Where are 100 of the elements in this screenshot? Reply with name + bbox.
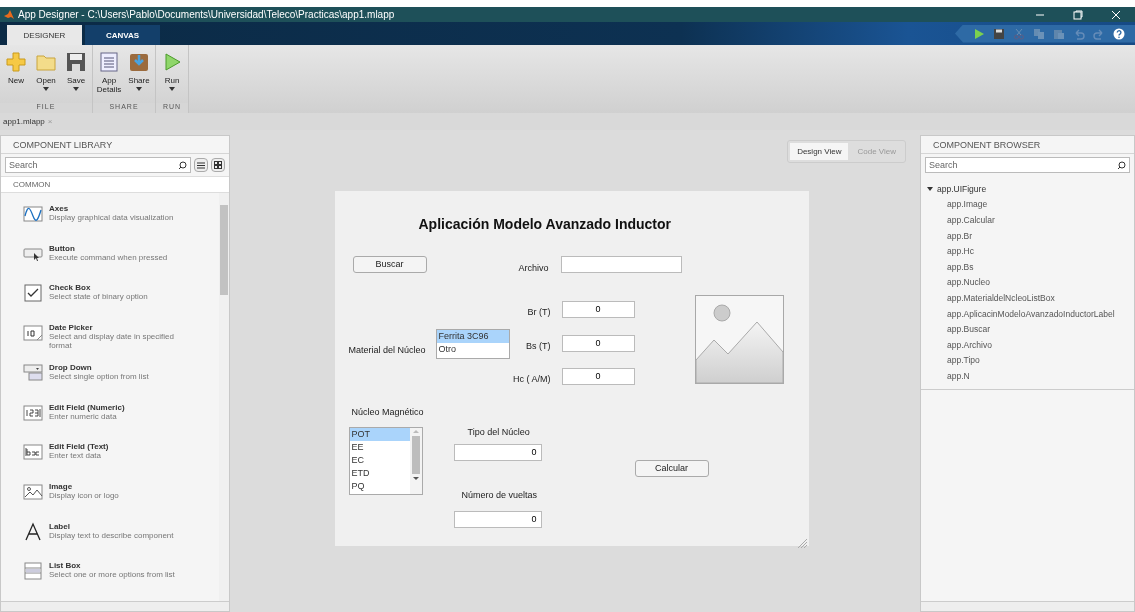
scrollbar[interactable] bbox=[409, 428, 422, 494]
tipo-field[interactable]: 0 bbox=[453, 443, 542, 461]
horizontal-scrollbar[interactable] bbox=[921, 601, 1134, 611]
letter-shape-icon bbox=[23, 521, 43, 542]
list-option[interactable]: Otro bbox=[436, 343, 509, 356]
library-item[interactable]: Edit Field (Text) Enter text data bbox=[23, 442, 219, 482]
image-icon bbox=[23, 481, 43, 502]
maximize-icon[interactable] bbox=[1073, 9, 1083, 20]
search-field[interactable]: Search bbox=[5, 157, 191, 173]
expand-caret-icon[interactable] bbox=[927, 185, 933, 192]
buscar-button[interactable]: Buscar bbox=[352, 255, 427, 273]
numeric-field[interactable]: 0 bbox=[561, 334, 635, 352]
panel-title: COMPONENT LIBRARY bbox=[1, 136, 229, 154]
list-box-icon bbox=[23, 561, 43, 582]
search-input[interactable]: Search bbox=[9, 160, 178, 170]
dropdown-icon bbox=[23, 362, 43, 383]
library-item[interactable]: Label Display text to describe component bbox=[23, 521, 219, 562]
ribbon-tab[interactable]: DESIGNER bbox=[7, 25, 82, 45]
material-list-box[interactable]: Ferrita 3C96 Otro bbox=[435, 329, 510, 359]
window-title: App Designer - C:\Users\Pablo\Documents\Universidad\Teleco\Practicas\app1.mlapp bbox=[18, 9, 396, 20]
text-field-icon bbox=[23, 442, 43, 463]
ribbon-button[interactable]: Share bbox=[125, 51, 153, 103]
calendar-icon bbox=[23, 323, 43, 344]
library-item[interactable]: Check Box Select state of binary option bbox=[23, 283, 219, 324]
close-icon[interactable] bbox=[1111, 9, 1121, 20]
image-placeholder-icon bbox=[694, 295, 784, 384]
section-header: COMMON bbox=[1, 176, 229, 193]
tree-node[interactable]: app.UIFigure bbox=[927, 181, 1128, 197]
library-item[interactable]: Image Display icon or logo bbox=[23, 481, 219, 522]
resize-grip-icon[interactable] bbox=[796, 538, 807, 548]
scrollbar[interactable] bbox=[219, 193, 229, 601]
document-icon bbox=[98, 51, 120, 73]
package-icon bbox=[128, 51, 150, 73]
field-label: Br (T) bbox=[527, 307, 551, 317]
tree-node[interactable]: app.Br bbox=[927, 227, 1128, 244]
numeric-field[interactable]: 0 bbox=[561, 367, 635, 385]
nucleo-list-box[interactable]: POT EE EC ETD PQ bbox=[348, 427, 423, 495]
tree-node[interactable]: app.Nucleo bbox=[927, 274, 1128, 291]
scroll-down-icon[interactable] bbox=[412, 476, 419, 482]
field-label: Bs (T) bbox=[526, 341, 551, 351]
help-icon[interactable] bbox=[1113, 27, 1125, 40]
ribbon-button[interactable]: Save bbox=[62, 51, 90, 103]
view-toggle[interactable]: Design View bbox=[790, 143, 849, 160]
checkbox-icon bbox=[23, 283, 43, 304]
vueltas-field[interactable]: 0 bbox=[453, 510, 542, 528]
list-option[interactable]: ETD bbox=[349, 467, 410, 480]
material-label: Material del Núcleo bbox=[348, 345, 426, 355]
tree-node[interactable]: app.N bbox=[927, 368, 1128, 384]
tree-node[interactable]: app.Calcular bbox=[927, 212, 1128, 228]
search-field[interactable]: Search bbox=[925, 157, 1130, 173]
list-view-button[interactable] bbox=[194, 158, 208, 172]
grid-icon bbox=[214, 161, 222, 169]
numeric-field-icon bbox=[23, 402, 43, 423]
list-icon bbox=[197, 161, 205, 169]
tree-node[interactable]: app.AplicacinModeloAvanzadoInductorLabel bbox=[927, 305, 1128, 322]
app-title: Aplicación Modelo Avanzado Inductor bbox=[418, 216, 672, 232]
run-icon[interactable] bbox=[973, 27, 985, 40]
sine-wave-icon bbox=[23, 204, 43, 224]
archivo-field[interactable] bbox=[560, 255, 682, 273]
vueltas-label: Número de vueltas bbox=[461, 490, 538, 500]
library-item[interactable]: Drop Down Select single option from list bbox=[23, 362, 219, 403]
tree-node[interactable]: app.Tipo bbox=[927, 352, 1128, 369]
grid-view-button[interactable] bbox=[211, 158, 225, 172]
ribbon-button[interactable]: App Details bbox=[95, 51, 123, 103]
search-input[interactable]: Search bbox=[929, 160, 1117, 170]
ribbon-tab[interactable]: CANVAS bbox=[85, 25, 160, 45]
nucleo-label: Núcleo Magnético bbox=[351, 407, 424, 417]
tree-node[interactable]: app.Archivo bbox=[927, 336, 1128, 353]
library-item[interactable]: Button Execute command when pressed bbox=[23, 243, 219, 284]
scroll-up-icon[interactable] bbox=[412, 428, 419, 434]
tree-node[interactable]: app.MaterialdelNcleoListBox bbox=[927, 290, 1128, 306]
horizontal-scrollbar[interactable] bbox=[1, 601, 229, 611]
field-label: Hc ( A/M) bbox=[513, 374, 551, 384]
ribbon-button[interactable]: Run bbox=[158, 51, 186, 103]
library-item[interactable]: List Box Select one or more options from list bbox=[23, 561, 219, 601]
plus-icon bbox=[5, 51, 27, 73]
library-item[interactable]: Date Picker Select and display date in specified format bbox=[23, 323, 219, 363]
save-icon[interactable] bbox=[993, 27, 1005, 40]
tree-node[interactable]: app.Bs bbox=[927, 258, 1128, 275]
list-option[interactable]: Ferrita 3C96 bbox=[436, 330, 509, 343]
list-option[interactable]: EC bbox=[349, 454, 410, 467]
archivo-label: Archivo bbox=[518, 263, 549, 273]
tree-node-label: app.UIFigure bbox=[937, 183, 987, 194]
tree-node[interactable]: app.Buscar bbox=[927, 321, 1128, 337]
ribbon-button[interactable]: New bbox=[2, 51, 30, 103]
library-item[interactable]: Edit Field (Numeric) Enter numeric data bbox=[23, 402, 219, 443]
search-icon bbox=[178, 160, 187, 170]
tree-node[interactable]: app.Hc bbox=[927, 243, 1128, 259]
tree-node[interactable]: app.Image bbox=[927, 196, 1128, 213]
ribbon-button[interactable]: Open bbox=[32, 51, 60, 103]
numeric-field[interactable]: 0 bbox=[561, 300, 635, 318]
search-icon bbox=[1117, 160, 1126, 170]
document-tab[interactable]: app1.mlapp × bbox=[3, 117, 53, 126]
list-option[interactable]: POT bbox=[349, 428, 410, 441]
calcular-button[interactable]: Calcular bbox=[634, 459, 709, 477]
tipo-label: Tipo del Núcleo bbox=[467, 427, 530, 437]
panel-title: COMPONENT BROWSER bbox=[921, 136, 1134, 154]
library-item[interactable]: Axes Display graphical data visualization bbox=[23, 204, 219, 244]
list-option[interactable]: PQ bbox=[349, 480, 410, 493]
list-option[interactable]: EE bbox=[349, 441, 410, 454]
